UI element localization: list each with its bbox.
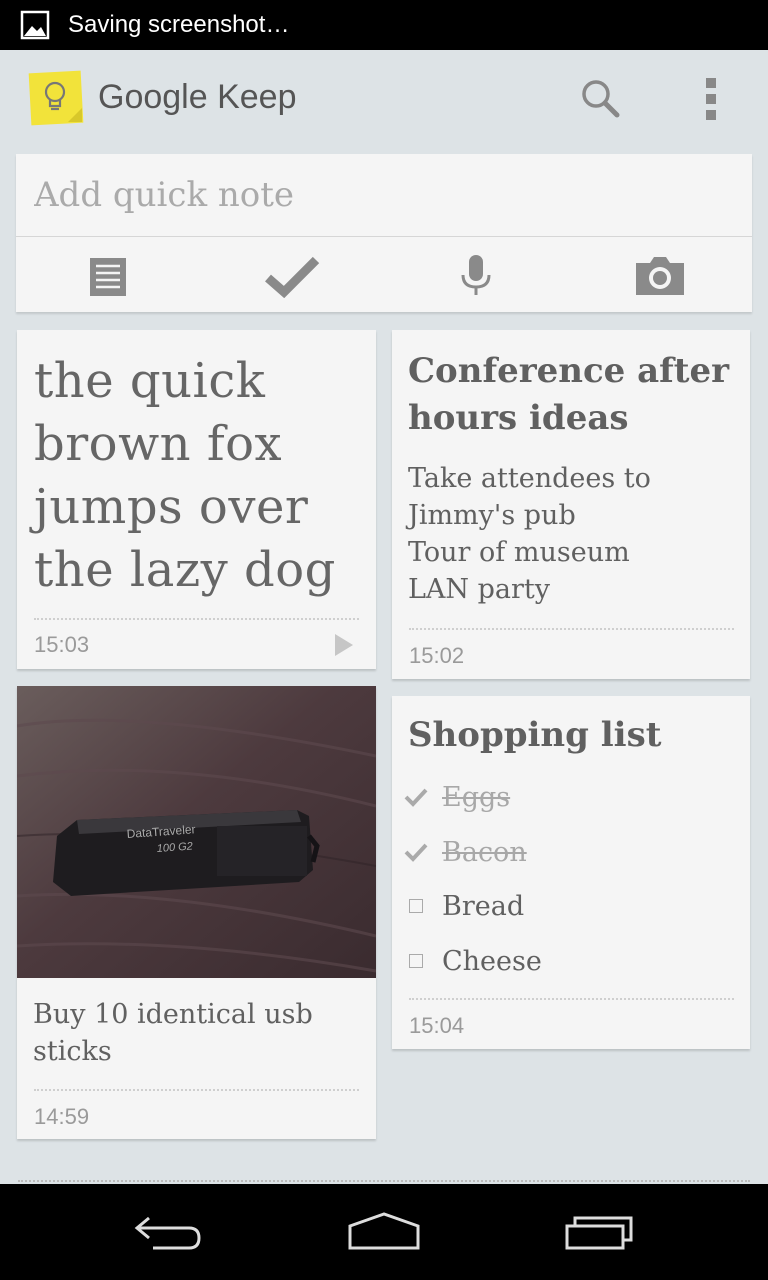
note-line: Take attendees to — [408, 463, 651, 494]
status-text: Saving screenshot… — [68, 11, 290, 38]
search-icon[interactable] — [578, 76, 622, 120]
play-icon[interactable] — [333, 632, 355, 658]
note-text: Buy 10 identical usb sticks — [33, 999, 313, 1067]
note-timestamp: 15:03 — [34, 632, 90, 657]
divider — [34, 618, 359, 620]
text-note-icon — [90, 258, 126, 296]
home-button[interactable] — [334, 1202, 434, 1262]
checkbox[interactable] — [409, 899, 423, 913]
new-text-note-button[interactable] — [58, 244, 158, 308]
checkmark-icon — [404, 843, 428, 862]
note-text: the quick brown fox jumps over the lazy … — [34, 353, 336, 598]
new-photo-note-button[interactable] — [610, 244, 710, 308]
divider — [34, 1089, 359, 1091]
app-bar: Google Keep — [0, 50, 768, 150]
microphone-icon — [461, 255, 491, 295]
new-list-button[interactable] — [242, 244, 342, 308]
list-item[interactable]: Cheese — [404, 941, 542, 981]
list-item[interactable]: Eggs — [404, 777, 510, 817]
note-title: Conference after hours ideas — [408, 351, 730, 438]
checkmark-icon — [404, 788, 428, 807]
home-icon — [348, 1212, 420, 1250]
image-icon — [20, 10, 50, 40]
keep-logo-icon[interactable] — [28, 70, 84, 126]
note-card[interactable]: Shopping list Eggs Bacon Bread Cheese 15… — [392, 696, 750, 1049]
divider — [18, 1180, 750, 1182]
note-timestamp: 15:02 — [409, 643, 465, 668]
new-voice-note-button[interactable] — [426, 244, 526, 308]
list-item[interactable]: Bacon — [404, 832, 527, 872]
divider — [16, 236, 752, 237]
note-timestamp: 14:59 — [34, 1104, 90, 1129]
navigation-bar — [0, 1184, 768, 1280]
device-model: 100 G2 — [156, 841, 193, 855]
list-item-label: Eggs — [442, 781, 511, 813]
quick-note-panel — [16, 154, 752, 312]
checkbox[interactable] — [409, 954, 423, 968]
note-card[interactable]: DataTraveler 100 G2 Buy 10 identical usb… — [17, 686, 376, 1139]
note-photo: DataTraveler 100 G2 — [17, 686, 376, 978]
note-line: Tour of museum — [408, 537, 630, 568]
list-item-label: Bacon — [442, 836, 527, 868]
checkmark-icon — [265, 256, 320, 298]
camera-icon — [636, 257, 684, 295]
note-timestamp: 15:04 — [409, 1013, 465, 1038]
status-bar: Saving screenshot… — [0, 0, 768, 50]
divider — [409, 628, 734, 630]
note-card[interactable]: Conference after hours ideas Take attend… — [392, 330, 750, 679]
note-title: Shopping list — [408, 715, 662, 755]
divider — [409, 998, 734, 1000]
app-title: Google Keep — [98, 78, 297, 116]
overflow-menu-icon[interactable] — [690, 74, 734, 124]
list-item-label: Bread — [442, 890, 525, 922]
recent-apps-button[interactable] — [550, 1202, 650, 1262]
recent-apps-icon — [565, 1216, 633, 1250]
note-line: Jimmy's pub — [408, 500, 576, 531]
quick-note-input[interactable] — [16, 154, 752, 236]
list-item[interactable]: Bread — [404, 886, 524, 926]
note-card[interactable]: the quick brown fox jumps over the lazy … — [17, 330, 376, 669]
note-line: LAN party — [408, 574, 551, 605]
back-button[interactable] — [118, 1202, 218, 1262]
list-item-label: Cheese — [442, 945, 542, 977]
back-icon — [134, 1216, 201, 1250]
